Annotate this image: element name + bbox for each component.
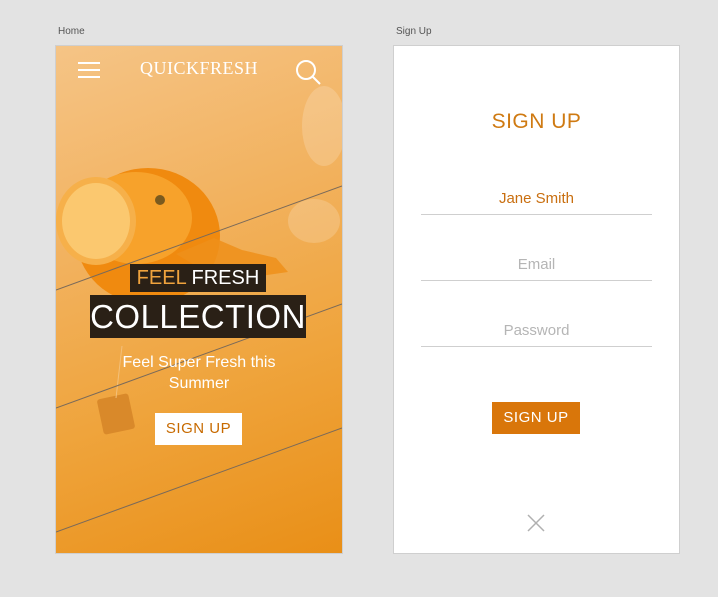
- close-icon[interactable]: [526, 513, 546, 533]
- top-navigation-bar: QUICKFRESH: [56, 46, 342, 96]
- home-artboard-label: Home: [58, 26, 85, 37]
- hero-subtitle: Feel Super Fresh this Summer: [122, 354, 276, 392]
- collection-heading: COLLECTION: [90, 295, 306, 338]
- password-field[interactable]: Password: [421, 316, 652, 347]
- signup-submit-button[interactable]: SIGN UP: [492, 402, 580, 434]
- home-signup-button[interactable]: SIGN UP: [155, 413, 242, 445]
- home-screen: QUICKFRESH FEEL FRESH COLLECTION Feel Su…: [56, 46, 342, 553]
- email-field[interactable]: Email: [421, 250, 652, 281]
- signup-title: SIGN UP: [491, 110, 582, 133]
- tagline-fresh: FRESH: [191, 267, 260, 289]
- tagline-feel: FEEL: [136, 267, 186, 289]
- name-field[interactable]: Jane Smith: [421, 184, 652, 215]
- signup-screen: SIGN UP Jane Smith Email Password SIGN U…: [394, 46, 679, 553]
- signup-artboard-label: Sign Up: [396, 26, 432, 37]
- search-icon[interactable]: [294, 58, 322, 86]
- feel-fresh-tag: FEEL FRESH: [130, 264, 266, 292]
